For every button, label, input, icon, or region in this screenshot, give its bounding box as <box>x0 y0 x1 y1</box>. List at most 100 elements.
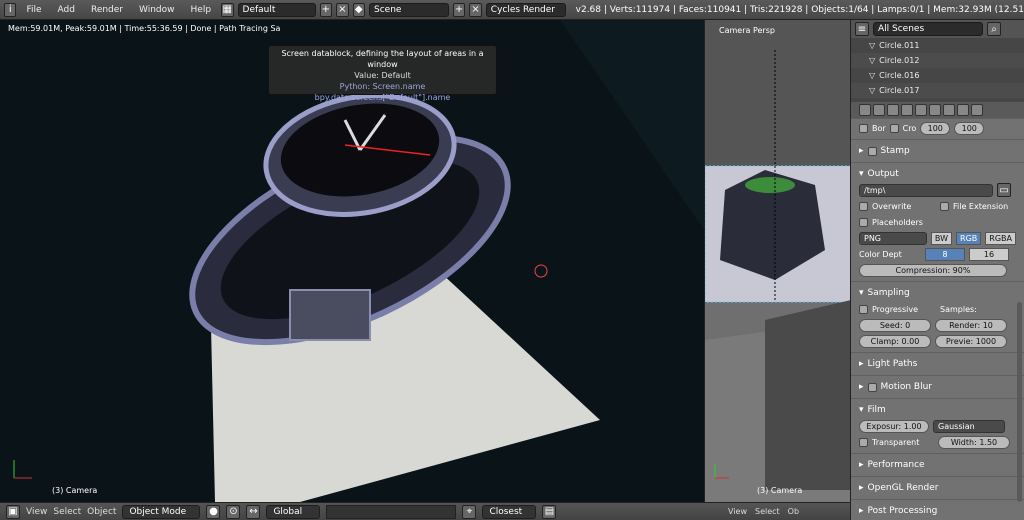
layers-tab-icon[interactable] <box>873 104 885 116</box>
border-checkbox[interactable] <box>859 123 868 133</box>
world-tab-icon[interactable] <box>901 104 913 116</box>
performance-label: Performance <box>867 460 925 470</box>
pivot-icon[interactable]: ⊙ <box>226 504 241 519</box>
output-path-field[interactable]: /tmp\ <box>859 183 993 197</box>
menu-add[interactable]: Add <box>52 5 81 15</box>
material-tab-icon[interactable] <box>957 104 969 116</box>
color-depth-label: Color Dept <box>859 249 902 259</box>
rgba-button[interactable]: RGBA <box>985 231 1016 245</box>
overwrite-checkbox[interactable] <box>859 201 868 211</box>
constraints-tab-icon[interactable] <box>929 104 941 116</box>
texture-tab-icon[interactable] <box>971 104 983 116</box>
screen-field[interactable]: Default <box>237 2 316 17</box>
filter-width-field[interactable]: Width: 1.50 <box>938 435 1010 449</box>
file-extension-checkbox[interactable] <box>940 201 949 211</box>
properties-scrollbar[interactable] <box>1017 302 1022 502</box>
filter-type-select[interactable]: Gaussian <box>933 419 1005 433</box>
depth-16-button[interactable]: 16 <box>969 247 1009 261</box>
preview-samples-field[interactable]: Previe: 1000 <box>935 334 1007 348</box>
outliner-item[interactable]: ▽ Circle.012 <box>851 53 1024 68</box>
modifiers-tab-icon[interactable] <box>943 104 955 116</box>
snap-icon[interactable]: ⌖ <box>462 504 477 519</box>
outliner-display-select[interactable]: All Scenes <box>873 22 983 36</box>
menu-select[interactable]: Select <box>53 507 81 517</box>
motion-blur-section[interactable]: ▸ Motion Blur <box>859 379 1016 395</box>
snap-select[interactable]: Closest <box>482 504 537 519</box>
exposure-field[interactable]: Exposur: 1.00 <box>859 419 929 433</box>
stamp-checkbox[interactable] <box>867 146 877 156</box>
info-icon[interactable]: i <box>4 2 17 17</box>
tooltip-python: Python: Screen.name <box>339 82 426 91</box>
progressive-label: Progressive <box>872 304 919 314</box>
rgb-button[interactable]: RGB <box>956 231 982 245</box>
menu-view[interactable]: View <box>26 507 47 517</box>
performance-section[interactable]: ▸ Performance <box>859 457 1016 473</box>
object-icon: ▽ <box>869 56 876 65</box>
render-viewport[interactable]: Mem:59.01M, Peak:59.01M | Time:55:36.59 … <box>0 20 704 502</box>
menu-window[interactable]: Window <box>133 5 181 15</box>
search-icon[interactable]: ⌕ <box>987 22 1001 36</box>
menu-render[interactable]: Render <box>85 5 129 15</box>
properties-tabs <box>851 102 1024 118</box>
outliner-item[interactable]: ▽ Circle.017 <box>851 83 1024 98</box>
depth-8-button[interactable]: 8 <box>925 247 965 261</box>
outliner-item[interactable]: ▽ Circle.016 <box>851 68 1024 83</box>
cam-menu-select[interactable]: Select <box>755 507 780 516</box>
render-engine-select[interactable]: Cycles Render <box>485 2 566 17</box>
tooltip-title: Screen datablock, defining the layout of… <box>281 49 484 69</box>
light-paths-section[interactable]: ▸ Light Paths <box>859 356 1016 372</box>
transparent-checkbox[interactable] <box>859 437 868 447</box>
outliner-type-icon[interactable]: ≡ <box>855 22 869 36</box>
outliner-item-label: Circle.012 <box>879 56 920 65</box>
screen-layout-icon[interactable]: ▦ <box>221 2 234 17</box>
scene-field[interactable]: Scene <box>369 2 449 17</box>
placeholders-checkbox[interactable] <box>859 217 868 227</box>
add-scene-button[interactable]: + <box>452 2 466 17</box>
film-section[interactable]: ▾ Film <box>859 402 1016 418</box>
resolution-percent-field[interactable]: 100 <box>920 121 951 135</box>
mode-select[interactable]: Object Mode <box>122 504 201 519</box>
object-tab-icon[interactable] <box>915 104 927 116</box>
cam-menu-view[interactable]: View <box>728 507 747 516</box>
outliner-header: ≡ All Scenes ⌕ <box>851 20 1024 38</box>
render-samples-field[interactable]: Render: 10 <box>935 318 1007 332</box>
cam-menu-object[interactable]: Ob <box>788 507 799 516</box>
progressive-checkbox[interactable] <box>859 304 868 314</box>
frame-rate-percent-field[interactable]: 100 <box>954 121 985 135</box>
folder-icon[interactable]: ▭ <box>997 183 1011 197</box>
clamp-field[interactable]: Clamp: 0.00 <box>859 334 931 348</box>
post-processing-section[interactable]: ▸ Post Processing <box>859 503 1016 519</box>
menu-help[interactable]: Help <box>185 5 218 15</box>
camera-viewport[interactable]: Camera Persp (3) Camera <box>704 20 850 502</box>
editor-type-icon[interactable]: ▣ <box>6 504 20 519</box>
file-format-select[interactable]: PNG <box>859 231 927 245</box>
scene-tab-icon[interactable] <box>887 104 899 116</box>
object-icon: ▽ <box>869 71 876 80</box>
render-tab-icon[interactable] <box>859 104 871 116</box>
outliner-item[interactable]: ▽ Circle.011 <box>851 38 1024 53</box>
menu-file[interactable]: File <box>20 5 47 15</box>
compression-slider[interactable]: Compression: 90% <box>859 263 1007 277</box>
crop-checkbox[interactable] <box>889 123 899 133</box>
bw-button[interactable]: BW <box>930 231 953 245</box>
output-section[interactable]: ▾ Output <box>859 166 1016 182</box>
orientation-select[interactable]: Global <box>266 504 321 519</box>
sampling-section[interactable]: ▾ Sampling <box>859 285 1016 301</box>
motion-blur-checkbox[interactable] <box>867 382 877 392</box>
render-icon[interactable]: ▤ <box>542 504 557 519</box>
tooltip-path: bpy.data.screens["Default"].name <box>314 93 451 102</box>
remove-scene-button[interactable]: × <box>469 2 482 17</box>
manipulator-icon[interactable]: ↔ <box>246 504 261 519</box>
add-screen-button[interactable]: + <box>319 2 333 17</box>
opengl-section[interactable]: ▸ OpenGL Render <box>859 480 1016 496</box>
camera-object-label: (3) Camera <box>757 486 803 495</box>
shading-icon[interactable]: ● <box>206 504 221 519</box>
scene-icon[interactable]: ◆ <box>352 2 366 17</box>
stamp-section[interactable]: ▸ Stamp <box>859 143 1016 159</box>
remove-screen-button[interactable]: × <box>336 2 349 17</box>
outliner-item-label: Circle.017 <box>879 86 920 95</box>
menu-object[interactable]: Object <box>87 507 116 517</box>
seed-field[interactable]: Seed: 0 <box>859 318 931 332</box>
scene-stats: v2.68 | Verts:111974 | Faces:110941 | Tr… <box>575 4 1024 15</box>
layer-buttons[interactable] <box>326 504 457 519</box>
